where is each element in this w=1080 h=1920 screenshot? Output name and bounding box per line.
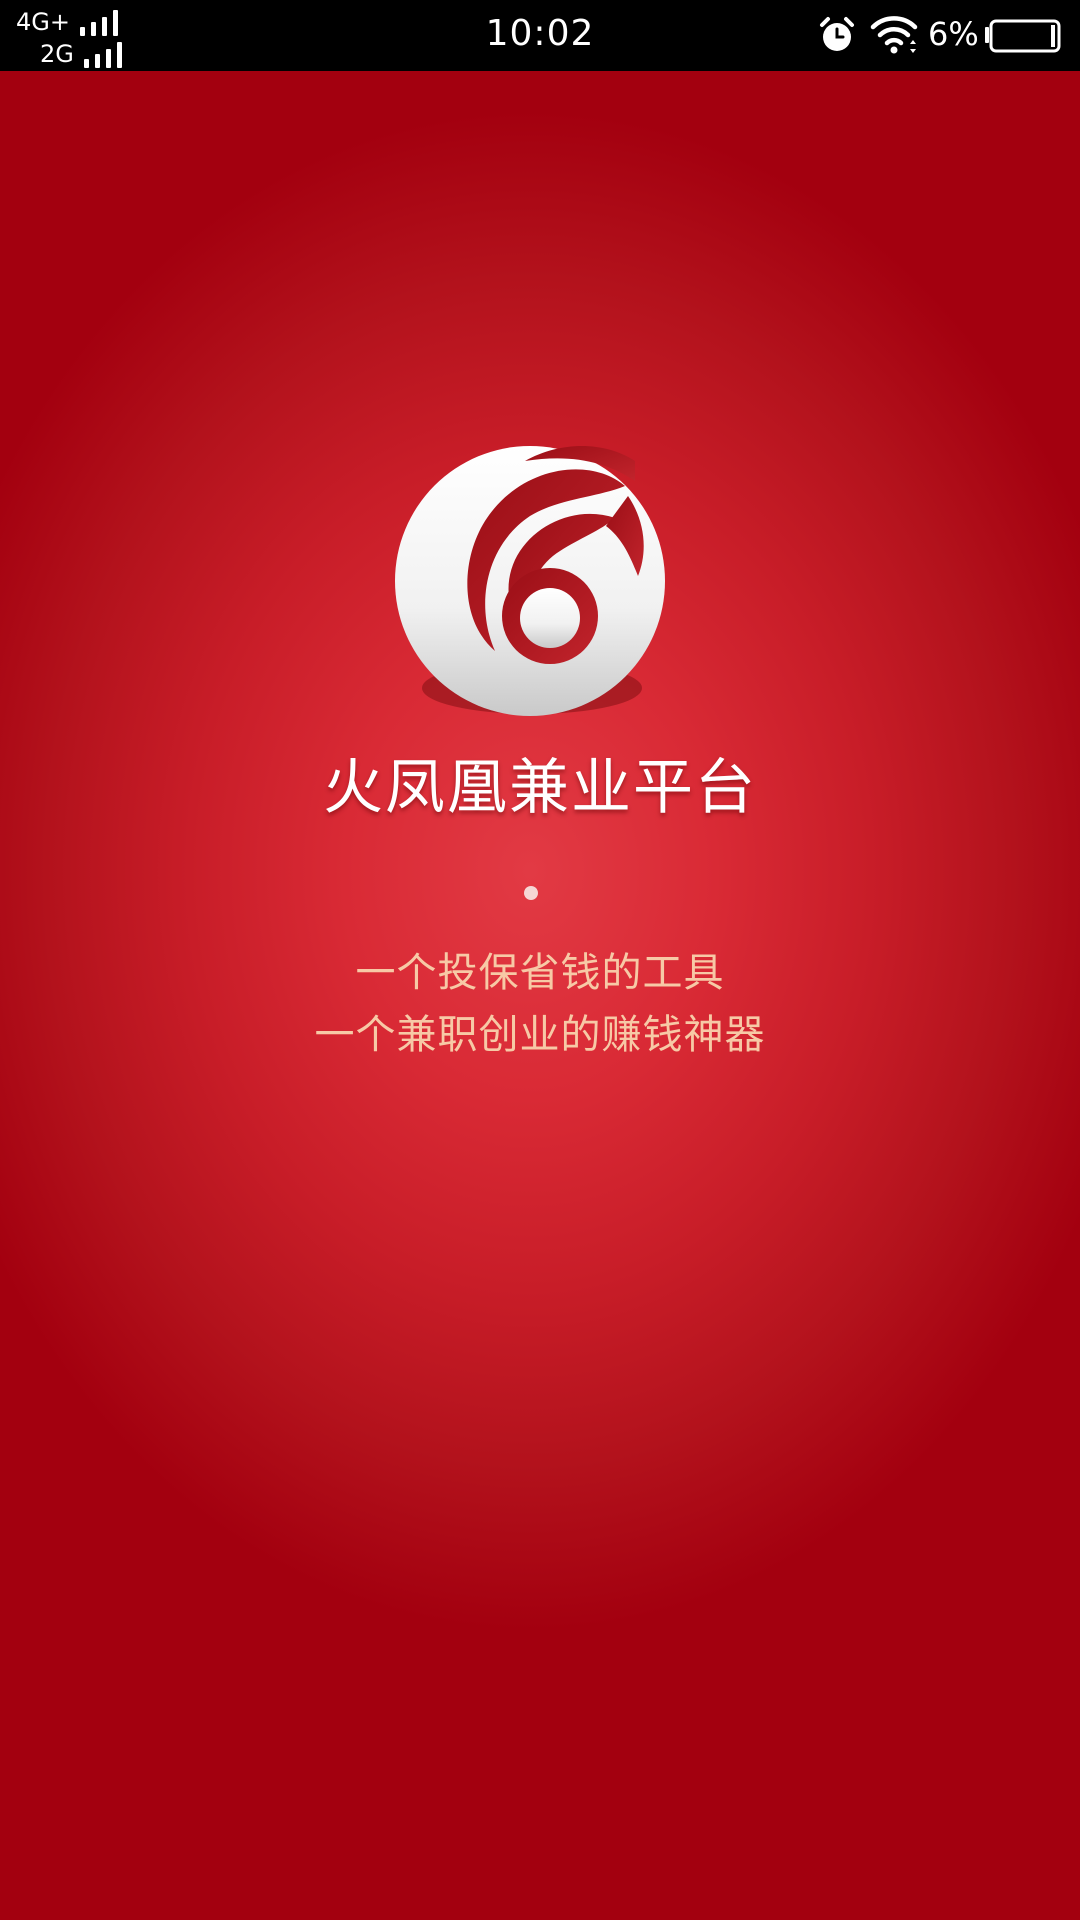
battery-icon: [985, 19, 1061, 53]
status-clock: 10:02: [485, 13, 595, 54]
status-bar: 4G+ 2G 10:02 6%: [0, 0, 1080, 71]
battery-percent: 6%: [928, 15, 979, 53]
wifi-icon: [870, 16, 918, 54]
splash-background: 火凤凰兼业平台 一个投保省钱的工具 一个兼职创业的赚钱神器: [0, 71, 1080, 1920]
slogan-line: 一个兼职创业的赚钱神器: [314, 1012, 766, 1058]
divider-dot: [524, 886, 538, 900]
splash-screen: 4G+ 2G 10:02 6% 火凤凰兼业平台 一个投保省钱的工具 一个兼职创业…: [0, 0, 1080, 1920]
slogan-line: 一个投保省钱的工具: [355, 950, 725, 996]
phoenix-logo-icon: [395, 446, 665, 716]
alarm-icon: [820, 17, 854, 51]
app-title: 火凤凰兼业平台: [323, 753, 757, 823]
